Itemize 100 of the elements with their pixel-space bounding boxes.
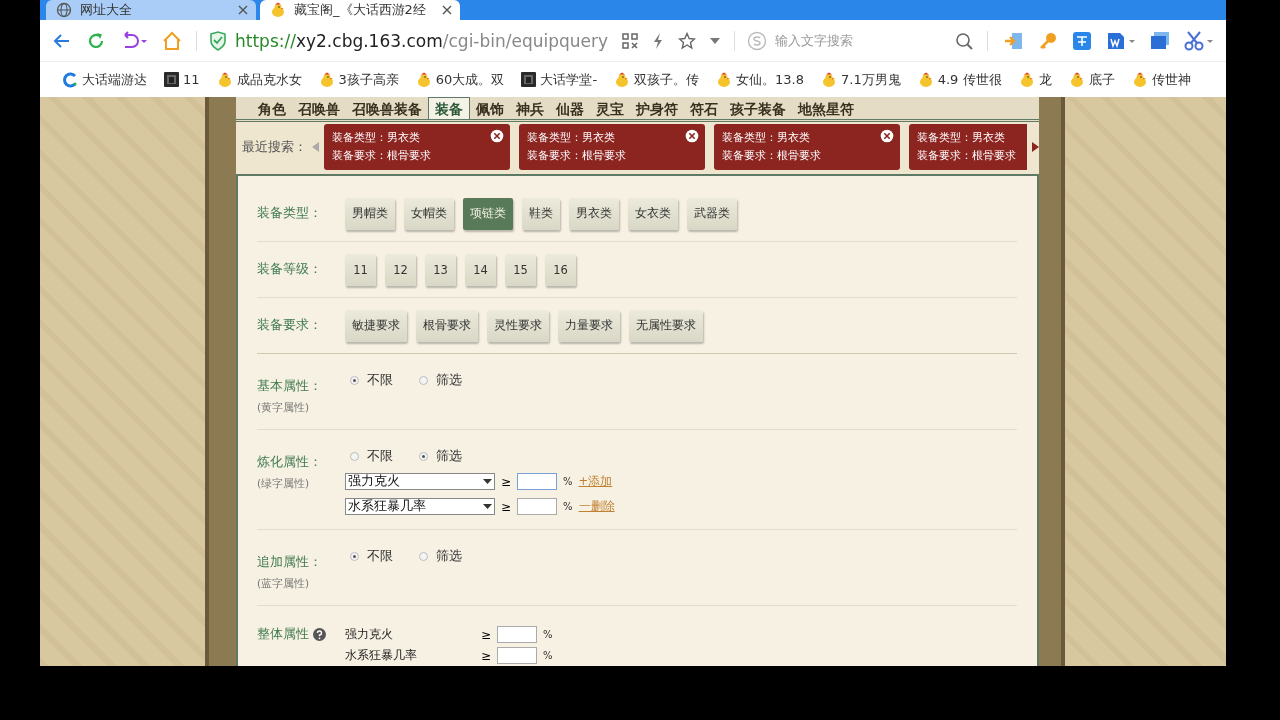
close-icon[interactable]	[880, 129, 894, 143]
bookmark-link[interactable]: 女仙。13.8	[736, 70, 805, 89]
right-arrow-icon[interactable]	[1032, 142, 1039, 152]
bookmark-link[interactable]: 双孩子。传	[634, 70, 700, 89]
radio-button[interactable]	[350, 376, 359, 385]
bookmark-link[interactable]: 龙	[1038, 70, 1052, 89]
filter-option[interactable]: 11	[345, 253, 376, 286]
lightning-icon[interactable]	[652, 31, 665, 50]
browser-tab[interactable]: 网址大全	[46, 0, 256, 20]
radio-button[interactable]	[419, 552, 428, 561]
value-field[interactable]	[497, 647, 538, 664]
radio-button[interactable]	[419, 452, 428, 461]
value-field[interactable]	[517, 473, 558, 490]
value-field[interactable]	[517, 498, 558, 515]
value-field[interactable]	[497, 626, 538, 643]
bookmark-link[interactable]: 3孩子高亲	[338, 70, 399, 89]
attribute-hint: (绿字属性)	[257, 477, 311, 491]
category-tab[interactable]: 装备	[428, 97, 470, 119]
recent-search-card[interactable]: 装备类型：男衣类 装备要求：根骨要求	[324, 124, 510, 170]
bookmark-link[interactable]: 大话学堂-	[540, 70, 598, 89]
search-criteria: 装备要求：根骨要求	[527, 148, 626, 163]
chick-icon	[917, 71, 934, 88]
attribute-dropdown[interactable]: 强力克火	[345, 473, 495, 490]
bookmark-link[interactable]: 传世神	[1151, 70, 1191, 89]
filter-option[interactable]: 武器类	[687, 197, 737, 230]
recent-search-card[interactable]: 装备类型：男衣类 装备要求：根骨要求	[519, 124, 705, 170]
filter-option[interactable]: 根骨要求	[416, 309, 478, 342]
category-tab[interactable]: 仙器	[550, 99, 590, 119]
chick-icon	[270, 2, 286, 18]
radio-button[interactable]	[350, 452, 359, 461]
chick-icon	[318, 71, 335, 88]
filter-label: 装备要求：	[257, 317, 323, 334]
tab-title: 藏宝阁_《大话西游2经	[294, 1, 427, 19]
filter-option[interactable]: 敏捷要求	[345, 309, 407, 342]
search-icon[interactable]	[955, 31, 973, 50]
filter-option[interactable]: 男衣类	[569, 197, 619, 230]
close-icon[interactable]	[685, 129, 699, 143]
search-criteria: 装备要求：根骨要求	[917, 148, 1016, 163]
filter-option[interactable]: 女衣类	[628, 197, 678, 230]
qr-icon[interactable]	[622, 32, 639, 49]
category-tab[interactable]: 孩子装备	[724, 99, 792, 119]
translate-icon[interactable]	[1072, 30, 1092, 51]
address-field[interactable]: https://xy2.cbg.163.com/cgi-bin/equipquery	[235, 30, 609, 51]
filter-option[interactable]: 16	[545, 253, 576, 286]
attribute-hint: (黄字属性)	[257, 401, 311, 415]
category-tab[interactable]: 角色	[252, 99, 292, 119]
filter-option[interactable]: 鞋类	[522, 197, 560, 230]
filter-label: 装备类型：	[257, 205, 323, 222]
filter-option[interactable]: 力量要求	[558, 309, 620, 342]
category-tab[interactable]: 护身符	[630, 99, 684, 119]
bookmark-link[interactable]: 7.1万男鬼	[841, 70, 901, 89]
reload-icon[interactable]	[86, 30, 106, 51]
bookmark-link[interactable]: 大话端游达	[82, 70, 147, 89]
comparison-sign: ≥	[501, 474, 512, 489]
bookmark-link[interactable]: 成品克水女	[236, 70, 302, 89]
close-icon[interactable]	[442, 5, 452, 15]
search-criteria: 装备要求：根骨要求	[332, 148, 431, 163]
caret-icon[interactable]	[710, 37, 721, 44]
document-icon[interactable]	[1106, 30, 1136, 51]
bookmark-link[interactable]: 底子	[1088, 70, 1115, 89]
filter-option[interactable]: 无属性要求	[629, 309, 703, 342]
filter-option[interactable]: 灵性要求	[487, 309, 549, 342]
category-tab[interactable]: 召唤兽	[292, 99, 346, 119]
attribute-name: 强力克火	[345, 626, 394, 643]
bookmark-link[interactable]: 60大成。双	[435, 70, 505, 89]
radio-button[interactable]	[419, 376, 428, 385]
category-tab[interactable]: 召唤兽装备	[346, 99, 428, 119]
browser-tab[interactable]: 藏宝阁_《大话西游2经	[260, 0, 460, 20]
filter-option[interactable]: 12	[385, 253, 416, 286]
recent-search-card[interactable]: 装备类型：男衣类 装备要求：根骨要求	[909, 124, 1027, 170]
filter-option[interactable]: 15	[505, 253, 536, 286]
category-tab[interactable]: 灵宝	[590, 99, 630, 119]
filter-option[interactable]: 男帽类	[345, 197, 395, 230]
filter-option[interactable]: 13	[425, 253, 456, 286]
category-tab[interactable]: 符石	[684, 99, 724, 119]
comparison-sign: ≥	[481, 627, 492, 642]
recent-search-label: 最近搜索：	[242, 138, 307, 156]
filter-option[interactable]: 项链类	[463, 197, 513, 230]
scissors-icon[interactable]	[1184, 30, 1214, 51]
star-icon[interactable]	[678, 31, 697, 50]
chick-icon	[1131, 71, 1148, 88]
attribute-label: 追加属性：	[257, 554, 323, 571]
category-tab[interactable]: 佩饰	[470, 99, 510, 119]
radio-button[interactable]	[350, 552, 359, 561]
bookmark-link[interactable]: 4.9 传世很	[937, 70, 1002, 89]
attribute-label: 炼化属性：	[257, 454, 323, 471]
category-tab[interactable]: 地煞星符	[792, 99, 860, 119]
close-icon[interactable]	[238, 5, 248, 15]
filter-option[interactable]: 女帽类	[404, 197, 454, 230]
category-tab[interactable]: 神兵	[510, 99, 550, 119]
windows-icon[interactable]	[1150, 30, 1170, 51]
comparison-sign: ≥	[501, 499, 512, 514]
attribute-dropdown[interactable]: 水系狂暴几率	[345, 498, 495, 515]
recent-search-card[interactable]: 装备类型：男衣类 装备要求：根骨要求	[714, 124, 900, 170]
radio-label: 不限	[367, 548, 393, 565]
filter-option[interactable]: 14	[465, 253, 496, 286]
search-criteria: 装备类型：男衣类	[527, 130, 615, 145]
help-icon[interactable]	[313, 628, 326, 641]
close-icon[interactable]	[490, 129, 504, 143]
bookmark-link[interactable]: 11	[183, 72, 200, 87]
